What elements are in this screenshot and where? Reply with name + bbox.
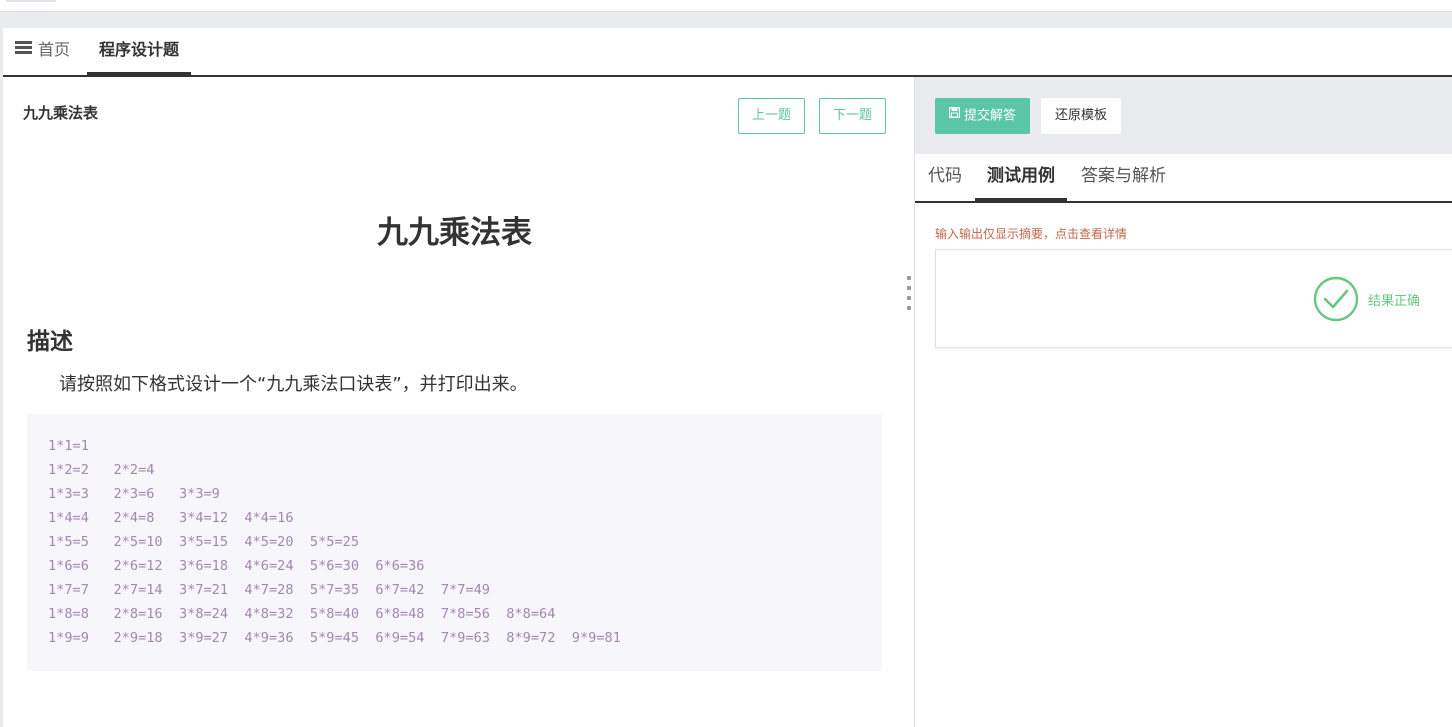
- code-line: 1*4=4 2*4=8 3*4=12 4*4=16: [48, 510, 294, 526]
- code-line: 1*8=8 2*8=16 3*8=24 4*8=32 5*8=40 6*8=48…: [48, 606, 556, 622]
- code-line: 1*2=2 2*2=4: [48, 462, 155, 478]
- list-icon: [15, 27, 32, 71]
- sample-output-block: 1*1=1 1*2=2 2*2=4 1*3=3 2*3=6 3*3=9 1*4=…: [27, 414, 882, 671]
- tab-answer-analysis[interactable]: 答案与解析: [1081, 154, 1166, 201]
- top-bar: [0, 0, 1452, 12]
- problem-panel: 九九乘法表 上一题 下一题 九九乘法表 描述 请按照如下格式设计一个“九九乘法口…: [3, 77, 914, 727]
- problem-header-title: 九九乘法表: [23, 104, 99, 122]
- resize-handle-icon[interactable]: [907, 276, 913, 312]
- code-line: 1*6=6 2*6=12 3*6=18 4*6=24 5*6=30 6*6=36: [48, 558, 425, 574]
- tab-bar: 首页 程序设计题: [3, 28, 1452, 77]
- submit-answer-button[interactable]: 提交解答: [935, 98, 1030, 134]
- result-status-text: 结果正确: [1368, 294, 1421, 309]
- code-line: 1*7=7 2*7=14 3*7=21 4*7=28 5*7=35 6*7=42…: [48, 582, 490, 598]
- tab-home[interactable]: 首页: [15, 28, 70, 75]
- editor-panel: 提交解答 还原模板 代码 测试用例 答案与解析 输入输出仅显示摘要，点击查看详情…: [915, 77, 1452, 727]
- io-summary-note: 输入输出仅显示摘要，点击查看详情: [935, 227, 1128, 241]
- prev-question-button[interactable]: 上一题: [738, 98, 805, 134]
- code-line: 1*5=5 2*5=10 3*5=15 4*5=20 5*5=25: [48, 534, 359, 550]
- check-circle-icon: [1313, 276, 1359, 326]
- submit-answer-label: 提交解答: [963, 108, 1016, 124]
- description-text: 请按照如下格式设计一个“九九乘法口诀表”，并打印出来。: [59, 374, 528, 395]
- code-line: 1*3=3 2*3=6 3*3=9: [48, 486, 220, 502]
- main-card: 首页 程序设计题 九九乘法表 上一题 下一题 九九乘法表 描述 请按照如下格式设…: [3, 28, 1452, 727]
- restore-template-button[interactable]: 还原模板: [1041, 98, 1121, 134]
- code-line: 1*9=9 2*9=18 3*9=27 4*9=36 5*9=45 6*9=54…: [48, 630, 621, 646]
- test-result-card[interactable]: 结果正确: [935, 249, 1452, 348]
- tab-test-cases[interactable]: 测试用例: [975, 154, 1067, 201]
- problem-title: 九九乘法表: [377, 215, 532, 251]
- save-icon: [948, 97, 961, 133]
- description-heading: 描述: [27, 329, 73, 355]
- code-line: 1*1=1: [48, 438, 89, 454]
- top-bar-stub: [6, 0, 56, 2]
- tab-programming[interactable]: 程序设计题: [87, 28, 192, 75]
- tab-home-label: 首页: [38, 40, 71, 59]
- tab-code[interactable]: 代码: [928, 154, 962, 201]
- editor-tabs: 代码 测试用例 答案与解析: [915, 154, 1452, 203]
- editor-toolbar: 提交解答 还原模板: [915, 77, 1452, 154]
- next-question-button[interactable]: 下一题: [819, 98, 886, 134]
